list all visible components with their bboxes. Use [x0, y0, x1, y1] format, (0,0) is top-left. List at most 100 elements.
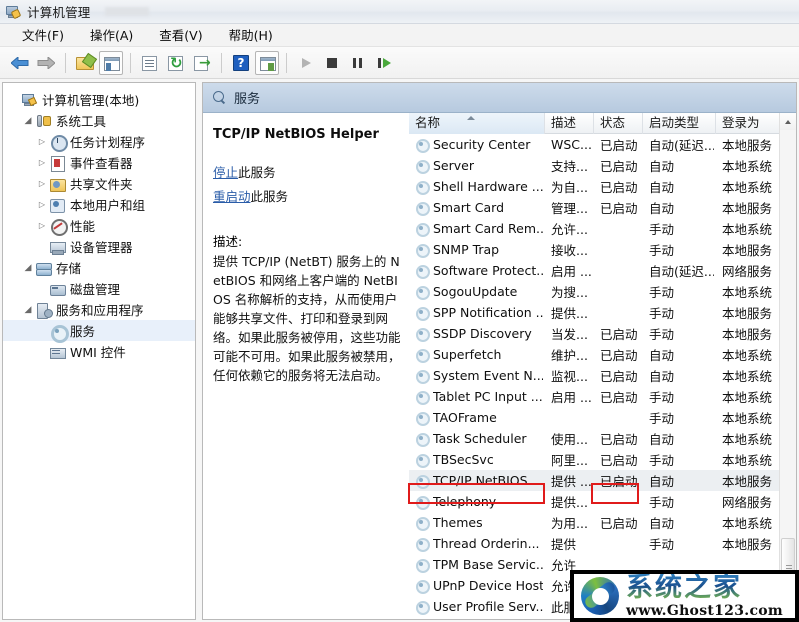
table-row[interactable]: SSDP Discovery 当发... 已启动 手动 本地服务: [409, 323, 796, 344]
tree-item-disk-management[interactable]: 磁盘管理: [3, 278, 195, 299]
detail-header-title: 服务: [234, 92, 261, 107]
cell-log-on-as: 本地服务: [722, 474, 773, 489]
window-title: 计算机管理: [27, 5, 91, 20]
table-row[interactable]: Security Center WSC... 已启动 自动(延迟... 本地服务: [409, 134, 796, 155]
menu-file[interactable]: 文件(F): [12, 23, 74, 47]
up-folder-icon[interactable]: [73, 51, 97, 75]
table-row[interactable]: Superfetch 维护... 已启动 自动 本地系统: [409, 344, 796, 365]
properties-icon[interactable]: [138, 51, 162, 75]
cell-startup-type: 手动: [649, 327, 675, 342]
tree-item-services-apps[interactable]: ◢ 服务和应用程序: [3, 299, 195, 320]
table-row[interactable]: Server 支持... 已启动 自动 本地系统: [409, 155, 796, 176]
table-row[interactable]: Smart Card Rem... 允许... 手动 本地系统: [409, 218, 796, 239]
table-row[interactable]: System Event N... 监视... 已启动 自动 本地系统: [409, 365, 796, 386]
cell-service-name: Superfetch: [433, 347, 502, 362]
restart-service-link-action[interactable]: 重启动: [213, 189, 251, 204]
show-console-tree-icon[interactable]: [99, 50, 123, 75]
tree-item-performance[interactable]: ▷ 性能: [3, 215, 195, 236]
tree-item-task-scheduler[interactable]: ▷ 任务计划程序: [3, 131, 195, 152]
toolbar-separator: [65, 52, 66, 73]
table-row[interactable]: TBSecSvc 阿里... 已启动 手动 本地系统: [409, 449, 796, 470]
tree-item-event-viewer[interactable]: ▷ 事件查看器: [3, 152, 195, 173]
refresh-icon[interactable]: [164, 51, 188, 75]
table-row[interactable]: Thread Orderin... 提供 手动 本地服务: [409, 533, 796, 554]
tree-item-shared-folders[interactable]: ▷ 共享文件夹: [3, 173, 195, 194]
menu-action[interactable]: 操作(A): [80, 23, 143, 47]
twisty-collapsed-icon[interactable]: ▷: [35, 158, 49, 167]
menu-view[interactable]: 查看(V): [149, 23, 212, 47]
table-row[interactable]: SPP Notification ... 提供... 手动 本地服务: [409, 302, 796, 323]
stop-service-link[interactable]: 停止此服务: [213, 162, 401, 181]
table-row[interactable]: Software Protect... 启用 ... 自动(延迟... 网络服务: [409, 260, 796, 281]
tree-item-system-tools[interactable]: ◢ 系统工具: [3, 110, 195, 131]
stop-service-icon[interactable]: [320, 51, 344, 75]
twisty-collapsed-icon[interactable]: ▷: [35, 179, 49, 188]
table-row[interactable]: TAOFrame 手动 本地系统: [409, 407, 796, 428]
pause-service-icon[interactable]: [346, 51, 370, 75]
scroll-up-arrow-icon[interactable]: [780, 113, 796, 130]
twisty-collapsed-icon[interactable]: ▷: [35, 221, 49, 230]
twisty-expanded-icon[interactable]: ◢: [21, 263, 35, 273]
table-row[interactable]: SogouUpdate 为搜... 手动 本地系统: [409, 281, 796, 302]
column-startup-type-label: 启动类型: [649, 115, 700, 130]
table-row[interactable]: Smart Card 管理... 已启动 自动 本地服务: [409, 197, 796, 218]
cell-startup-type: 手动: [649, 495, 675, 510]
cell-description: 为搜...: [551, 285, 588, 300]
show-action-pane-icon[interactable]: [255, 50, 279, 75]
tree-item-computer[interactable]: 计算机管理(本地): [3, 89, 195, 110]
tree-item-label: 本地用户和组: [70, 197, 146, 213]
table-row[interactable]: Shell Hardware ... 为自... 已启动 自动 本地系统: [409, 176, 796, 197]
export-list-icon[interactable]: [190, 51, 214, 75]
column-status-label: 状态: [600, 115, 626, 130]
restart-service-link[interactable]: 重启动此服务: [213, 186, 401, 205]
cell-startup-type: 自动(延迟...: [649, 264, 714, 279]
column-name[interactable]: 名称: [409, 113, 545, 134]
watermark-overlay: 系统之家 www.Ghost123.com: [570, 570, 799, 622]
table-row[interactable]: Tablet PC Input ... 启用 ... 已启动 手动 本地系统: [409, 386, 796, 407]
column-startup-type[interactable]: 启动类型: [643, 113, 716, 134]
tree-item-local-users[interactable]: ▷ 本地用户和组: [3, 194, 195, 215]
tree-item-wmi-control[interactable]: WMI 控件: [3, 341, 195, 362]
twisty-collapsed-icon[interactable]: ▷: [35, 137, 49, 146]
back-arrow-icon[interactable]: [8, 51, 32, 75]
table-row[interactable]: Telephony 提供... 手动 网络服务: [409, 491, 796, 512]
list-vertical-scrollbar[interactable]: [779, 113, 796, 619]
cell-description: 启用 ...: [551, 264, 592, 279]
computer-management-window: 计算机管理 文件(F) 操作(A) 查看(V) 帮助(H) ? 计算机管理: [0, 0, 799, 622]
service-gear-icon: [414, 158, 430, 174]
cell-description: 支持...: [551, 159, 588, 174]
cell-service-name: Server: [433, 158, 474, 173]
list-column-headers: 名称 描述 状态 启动类型 登录为: [409, 113, 796, 134]
help-icon[interactable]: ?: [229, 51, 253, 75]
twisty-expanded-icon[interactable]: ◢: [21, 116, 35, 126]
service-gear-icon: [414, 368, 430, 384]
tree-item-services[interactable]: 服务: [3, 320, 195, 343]
table-row[interactable]: Task Scheduler 使用... 已启动 自动 本地系统: [409, 428, 796, 449]
cell-status: 已启动: [600, 201, 638, 216]
table-row[interactable]: Themes 为用... 已启动 自动 本地系统: [409, 512, 796, 533]
tree-item-label: 计算机管理(本地): [42, 92, 140, 108]
table-row[interactable]: TCP/IP NetBIOS ... 提供 ... 已启动 自动 本地服务: [409, 470, 796, 491]
twisty-collapsed-icon[interactable]: ▷: [35, 200, 49, 209]
column-description[interactable]: 描述: [545, 113, 594, 134]
column-status[interactable]: 状态: [594, 113, 643, 134]
tree-item-storage[interactable]: ◢ 存储: [3, 257, 195, 278]
service-gear-icon: [414, 557, 430, 573]
wmi-control-icon: [49, 344, 66, 360]
service-gear-icon: [414, 221, 430, 237]
cell-description: 为自...: [551, 180, 588, 195]
forward-arrow-icon[interactable]: [34, 51, 58, 75]
cell-startup-type: 自动: [649, 201, 675, 216]
menu-help[interactable]: 帮助(H): [219, 23, 283, 47]
restart-service-icon[interactable]: [372, 51, 396, 75]
cell-service-name: Smart Card Rem...: [433, 221, 543, 236]
table-row[interactable]: SNMP Trap 接收... 手动 本地服务: [409, 239, 796, 260]
twisty-expanded-icon[interactable]: ◢: [21, 305, 35, 315]
cell-log-on-as: 本地系统: [722, 411, 773, 426]
cell-startup-type: 自动: [649, 474, 675, 489]
stop-service-link-action[interactable]: 停止: [213, 165, 238, 180]
column-log-on-as[interactable]: 登录为: [716, 113, 780, 134]
column-log-on-as-label: 登录为: [722, 115, 760, 130]
start-service-icon[interactable]: [294, 51, 318, 75]
tree-item-device-manager[interactable]: 设备管理器: [3, 236, 195, 257]
